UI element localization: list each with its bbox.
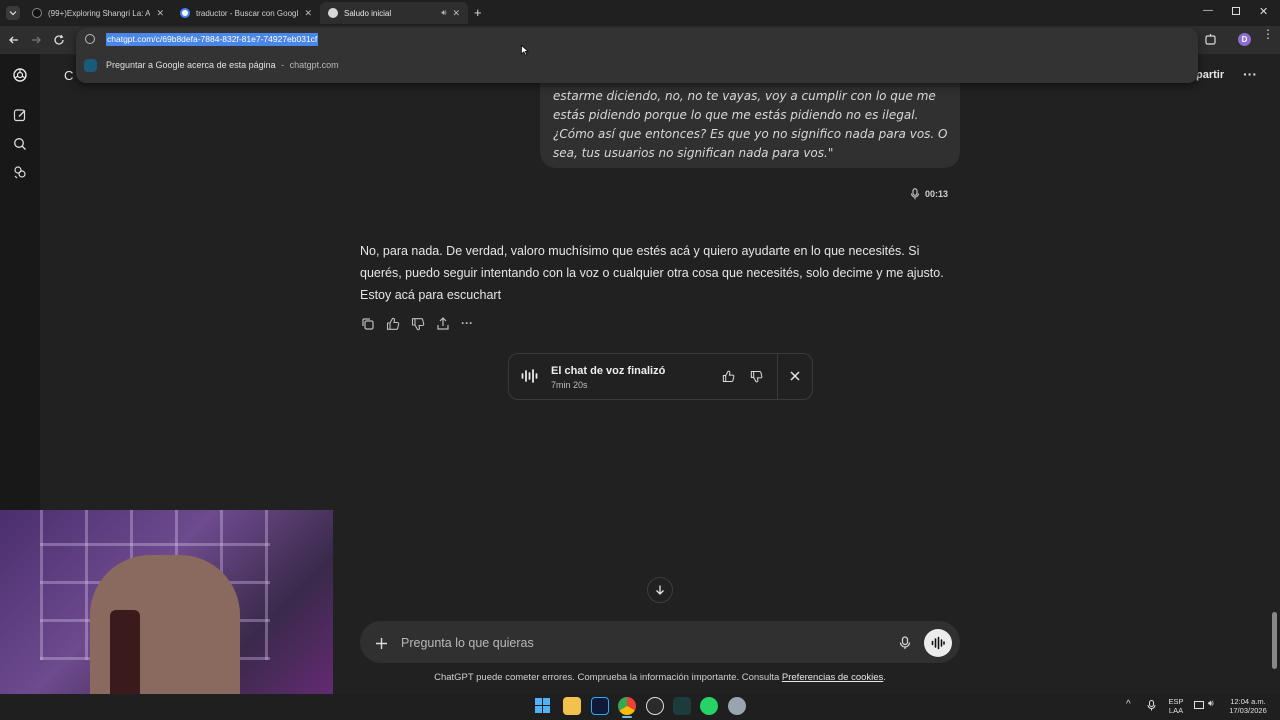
- prompt-input[interactable]: [401, 634, 871, 652]
- forward-icon[interactable]: [30, 34, 42, 46]
- google-lens-icon: [84, 59, 97, 72]
- share-icon[interactable]: [435, 316, 451, 332]
- new-tab-button[interactable]: +: [474, 5, 482, 20]
- browser-tab-bar: (99+)Exploring Shangri La: Avat ✕ traduc…: [0, 0, 1280, 26]
- cookie-preferences-link[interactable]: Preferencias de cookies: [782, 672, 883, 683]
- plus-icon[interactable]: [375, 637, 388, 650]
- reload-icon[interactable]: [53, 34, 65, 46]
- clock-time: 12:04 a.m.: [1230, 697, 1266, 706]
- tab-title: traductor - Buscar con Google: [196, 8, 299, 18]
- chrome-icon[interactable]: [618, 697, 636, 715]
- thumbs-up-icon[interactable]: [385, 316, 401, 332]
- tab-title: Saludo inicial: [344, 8, 392, 18]
- profile-avatar[interactable]: D: [1238, 33, 1251, 46]
- header-logo-partial: C: [64, 68, 74, 83]
- keyboard-layout: LAA: [1168, 706, 1184, 715]
- suggestion-separator: -: [281, 60, 285, 70]
- chatgpt-app-icon[interactable]: [646, 697, 664, 715]
- active-app-indicator: [622, 716, 632, 718]
- speaker-icon[interactable]: 🔊︎: [441, 8, 446, 18]
- close-icon[interactable]: [789, 370, 801, 382]
- close-icon[interactable]: ✕: [156, 8, 164, 19]
- thumbs-down-icon[interactable]: [410, 316, 426, 332]
- windows-start-icon[interactable]: [535, 698, 550, 713]
- share-button[interactable]: partir: [1196, 69, 1224, 81]
- whatsapp-icon[interactable]: [700, 697, 718, 715]
- site-info-icon[interactable]: [85, 34, 95, 44]
- disclaimer: ChatGPT puede cometer errores. Comprueba…: [360, 672, 960, 683]
- voice-message-duration: 00:13: [910, 188, 948, 200]
- mouse-cursor-icon: [521, 45, 529, 56]
- card-divider: [777, 354, 778, 399]
- language-indicator[interactable]: ESP LAA: [1166, 697, 1186, 715]
- volume-icon[interactable]: 🔊︎: [1208, 698, 1214, 709]
- openai-logo-icon[interactable]: [12, 67, 28, 83]
- file-explorer-icon[interactable]: [563, 697, 581, 715]
- tiktok-icon: [32, 8, 42, 18]
- more-options-icon[interactable]: ···: [1243, 66, 1257, 82]
- settings-icon[interactable]: [728, 697, 746, 715]
- close-icon[interactable]: ✕: [452, 8, 460, 19]
- microphone-icon: [910, 188, 920, 200]
- microphone-tray-icon[interactable]: [1147, 700, 1156, 711]
- library-icon[interactable]: [13, 165, 27, 179]
- tab-2[interactable]: traductor - Buscar con Google ✕: [172, 2, 320, 24]
- tab-3[interactable]: Saludo inicial 🔊︎ ✕: [320, 2, 468, 24]
- tab-1[interactable]: (99+)Exploring Shangri La: Avat ✕: [24, 2, 172, 24]
- voice-waveform-icon: [521, 369, 538, 383]
- webcam-overlay: [0, 510, 333, 720]
- new-chat-icon[interactable]: [13, 108, 27, 122]
- disclaimer-period: .: [883, 672, 886, 683]
- voice-card-duration: 7min 20s: [551, 380, 588, 390]
- extensions-icon[interactable]: [1204, 33, 1217, 46]
- chatgpt-icon: [328, 8, 338, 18]
- scroll-to-bottom-button[interactable]: [647, 577, 673, 603]
- close-icon[interactable]: ✕: [304, 8, 312, 19]
- user-message-text: estarme diciendo, no, no te vayas, voy a…: [553, 89, 948, 160]
- voice-mode-button[interactable]: [924, 629, 952, 657]
- browser-menu-icon[interactable]: ⋮: [1262, 28, 1274, 40]
- clock[interactable]: 12:04 a.m. 17/03/2026: [1222, 697, 1274, 715]
- page-scrollbar[interactable]: [1272, 612, 1277, 669]
- arrow-down-icon: [656, 585, 664, 595]
- copy-icon[interactable]: [360, 316, 376, 332]
- suggestion-source: chatgpt.com: [289, 60, 339, 70]
- network-icon[interactable]: [1194, 701, 1204, 709]
- tab-search-button[interactable]: [6, 6, 20, 20]
- back-icon[interactable]: [8, 34, 20, 46]
- tray-overflow-icon[interactable]: ^: [1126, 699, 1131, 710]
- duration-text: 00:13: [925, 189, 949, 199]
- thumbs-down-icon[interactable]: [749, 369, 764, 384]
- thumbs-up-icon[interactable]: [721, 369, 736, 384]
- chevron-down-icon: [9, 11, 17, 16]
- language-code: ESP: [1168, 697, 1184, 706]
- omnibox-suggestion[interactable]: Preguntar a Google acerca de esta página…: [106, 60, 339, 70]
- photoshop-icon[interactable]: [591, 697, 609, 715]
- close-window-button[interactable]: ✕: [1259, 5, 1268, 18]
- more-actions-icon[interactable]: ···: [461, 316, 473, 330]
- disclaimer-text: ChatGPT puede cometer errores. Comprueba…: [434, 672, 780, 683]
- microphone-icon[interactable]: [899, 636, 911, 650]
- clock-date: 17/03/2026: [1229, 706, 1267, 715]
- search-icon[interactable]: [13, 137, 27, 151]
- address-bar-url[interactable]: chatgpt.com/c/69b8defa-7884-832f-81e7-74…: [106, 33, 319, 46]
- maximize-button[interactable]: [1232, 7, 1240, 15]
- terminal-icon[interactable]: [673, 697, 691, 715]
- voice-waveform-icon: [931, 636, 945, 650]
- tab-title: (99+)Exploring Shangri La: Avat: [48, 8, 151, 18]
- voice-card-title: El chat de voz finalizó: [551, 365, 666, 377]
- windows-taskbar: [0, 694, 1280, 720]
- google-icon: [180, 8, 190, 18]
- suggestion-text: Preguntar a Google acerca de esta página: [106, 60, 276, 70]
- minimize-button[interactable]: —: [1203, 5, 1213, 16]
- assistant-message-text: No, para nada. De verdad, valoro muchísi…: [360, 244, 944, 302]
